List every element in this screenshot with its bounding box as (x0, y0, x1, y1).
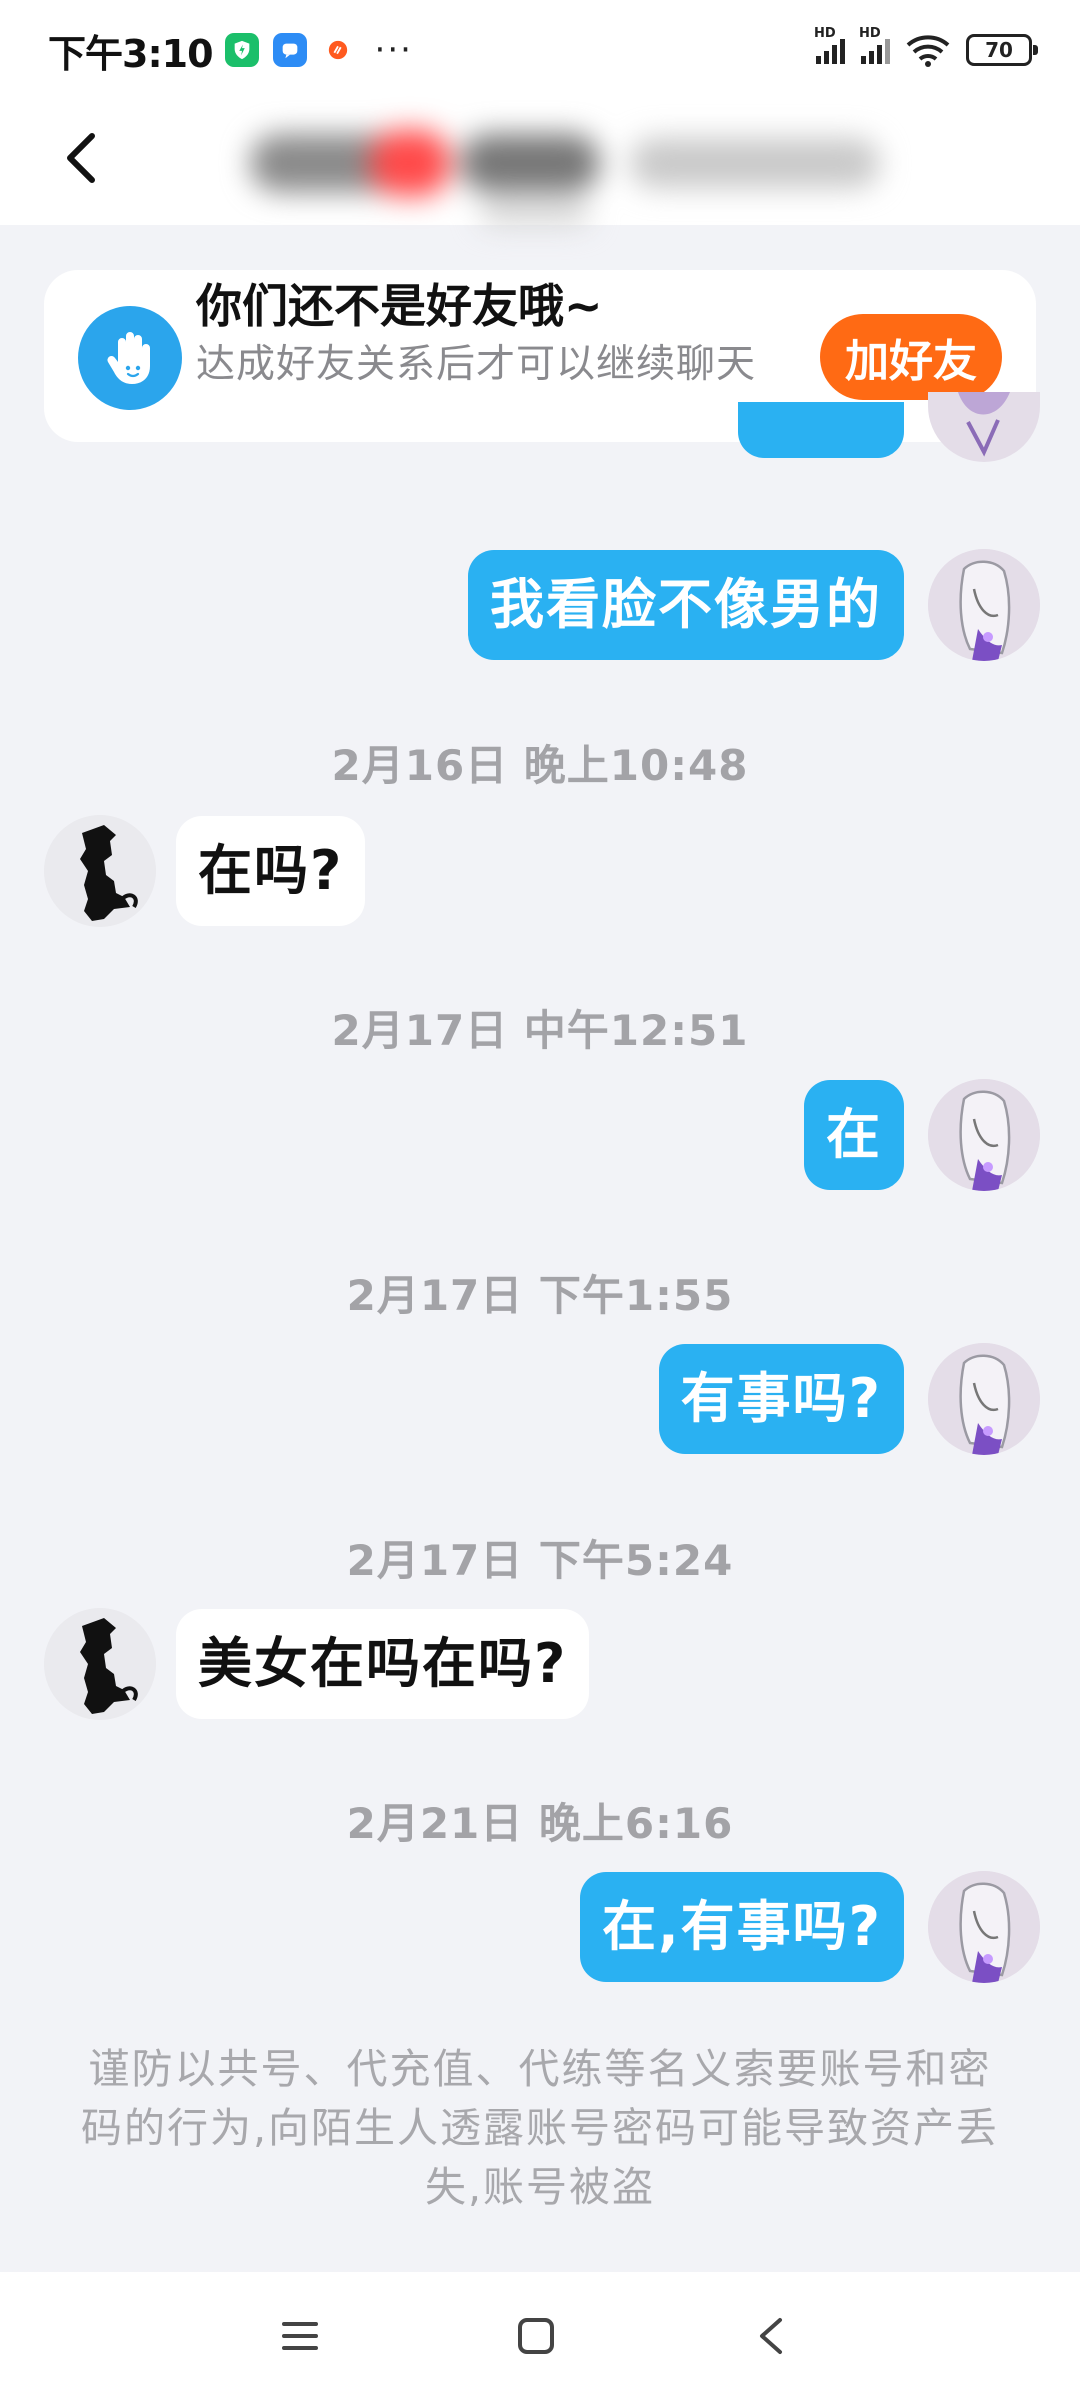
chat-screen: 下午3:10 ··· HD HD 70 你们还不是好友哦~ 达成好友关系后才可以… (0, 0, 1080, 2400)
battery-indicator: 70 (966, 34, 1038, 66)
chevron-left-icon[interactable] (52, 128, 112, 188)
status-more-dots: ··· (374, 30, 413, 70)
banner-title: 你们还不是好友哦~ (196, 279, 603, 333)
banner-description: 达成好友关系后才可以继续聊天 (196, 342, 757, 387)
signal-2-icon: HD (859, 26, 890, 64)
status-bar: 下午3:10 ··· HD HD 70 (0, 0, 1080, 100)
message-bubble-outgoing[interactable]: 在 (804, 1080, 904, 1190)
home-square-icon[interactable] (506, 2306, 566, 2366)
waving-hand-icon (78, 306, 182, 410)
wifi-icon (906, 35, 950, 67)
clipped-message-bubble[interactable] (738, 402, 904, 458)
message-bubble-outgoing[interactable]: 我看脸不像男的 (468, 550, 904, 660)
back-triangle-icon[interactable] (742, 2306, 802, 2366)
signal-1-icon: HD (814, 26, 845, 64)
peer-avatar[interactable] (44, 1608, 156, 1720)
green-shield-app-icon (224, 33, 259, 67)
message-bubble-outgoing[interactable]: 有事吗? (658, 1344, 904, 1454)
blue-chat-app-icon (272, 33, 307, 67)
message-bubble-outgoing[interactable]: 在,有事吗? (580, 1872, 904, 1982)
status-app-icons (224, 33, 355, 67)
my-avatar[interactable] (928, 549, 1040, 661)
message-bubble-incoming[interactable]: 美女在吗在吗? (176, 1609, 590, 1719)
chat-header (0, 100, 1080, 226)
blurred-contact-name (250, 120, 890, 230)
system-nav-bar (0, 2272, 1080, 2400)
message-bubble-incoming[interactable]: 在吗? (176, 816, 366, 926)
signal-2-label: HD (859, 26, 881, 41)
orange-fire-app-icon (321, 33, 355, 67)
menu-icon[interactable] (270, 2306, 330, 2366)
my-avatar[interactable] (928, 1079, 1040, 1191)
my-avatar[interactable] (928, 1343, 1040, 1455)
timestamp: 2月17日 下午1:55 (346, 1271, 734, 1320)
peer-avatar[interactable] (44, 815, 156, 927)
timestamp: 2月17日 下午5:24 (346, 1536, 734, 1585)
timestamp: 2月21日 晚上6:16 (346, 1799, 734, 1848)
status-indicators: HD HD 70 (814, 26, 1038, 67)
add-friend-button[interactable]: 加好友 (820, 314, 1002, 400)
message-list[interactable]: 我看脸不像男的 2月16日 晚上10:48 在吗? 2月17日 中午12:51 (0, 392, 1080, 2272)
security-warning: 谨防以共号、代充值、代练等名义索要账号和密码的行为,向陌生人透露账号密码可能导致… (80, 2045, 1000, 2211)
status-time: 下午3:10 (48, 31, 214, 76)
my-avatar[interactable] (928, 392, 1040, 462)
timestamp: 2月16日 晚上10:48 (331, 741, 749, 790)
my-avatar[interactable] (928, 1871, 1040, 1983)
signal-1-label: HD (814, 26, 836, 41)
timestamp: 2月17日 中午12:51 (331, 1006, 749, 1055)
